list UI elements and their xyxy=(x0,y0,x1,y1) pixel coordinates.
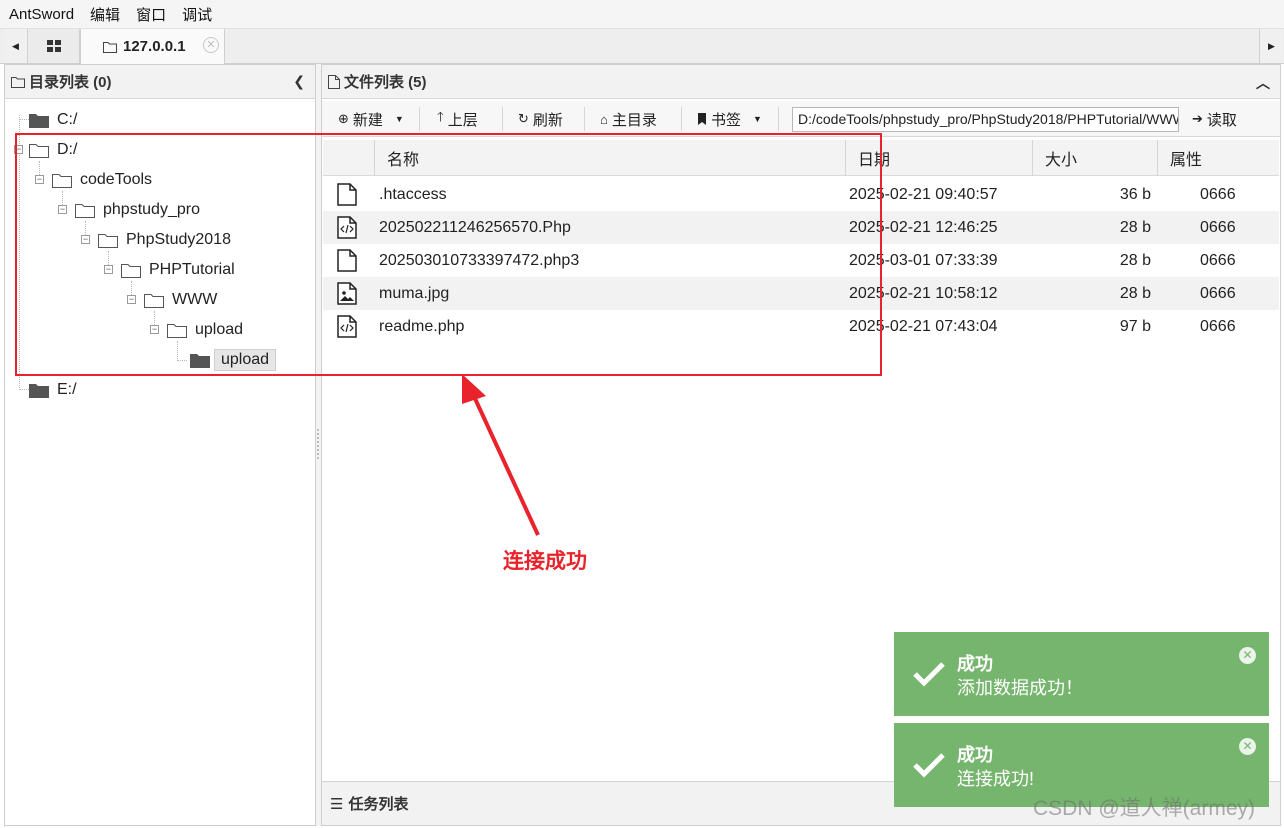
tab-bar: ◀ 127.0.0.1 ✕ ▶ xyxy=(0,29,1284,64)
grid-icon xyxy=(46,40,61,52)
folder-outline-icon xyxy=(11,76,25,88)
file-attr: 0666 xyxy=(1200,284,1236,302)
up-level-button[interactable]: 🡑 上层 xyxy=(437,106,478,132)
refresh-label: 刷新 xyxy=(532,111,563,129)
home-dir-button[interactable]: ⌂ 主目录 xyxy=(600,106,657,132)
checkmark-icon xyxy=(913,662,945,687)
tab-scroll-right-icon[interactable]: ▶ xyxy=(1259,29,1283,63)
path-input[interactable]: D:/codeTools/phpstudy_pro/PhpStudy2018/P… xyxy=(792,107,1179,132)
file-attr: 0666 xyxy=(1200,251,1236,269)
menu-window[interactable]: 窗口 xyxy=(136,4,166,25)
bookmark-button[interactable]: 书签 ▼ xyxy=(697,106,762,132)
watermark: CSDN @道人禅(armey) xyxy=(1033,797,1255,820)
caret-down-icon: ▼ xyxy=(394,114,404,124)
bookmark-label: 书签 xyxy=(711,111,742,129)
file-size: 97 b xyxy=(1119,317,1151,335)
directory-panel-header: 目录列表 (0) ❮ xyxy=(5,65,315,99)
tree-node-label: C:/ xyxy=(57,111,78,128)
arrow-right-icon: ➔ xyxy=(1192,111,1203,126)
tab-scroll-left-icon[interactable]: ◀ xyxy=(4,29,28,63)
file-size: 28 b xyxy=(1119,284,1151,302)
tab-connection-label: 127.0.0.1 xyxy=(123,38,186,55)
read-button[interactable]: ➔ 读取 xyxy=(1192,106,1237,132)
toast-title: 成功 xyxy=(957,745,993,765)
toast-notification: 成功 添加数据成功！ ✕ xyxy=(894,632,1269,716)
folder-icon xyxy=(29,383,49,398)
menu-bar: AntSword 编辑 窗口 调试 xyxy=(0,0,1284,29)
splitter-grip xyxy=(317,429,319,459)
file-size: 28 b xyxy=(1119,218,1151,236)
tree-node-c[interactable]: C:/ xyxy=(29,108,77,132)
toast-message: 连接成功! xyxy=(957,769,1035,789)
file-attr: 0666 xyxy=(1200,218,1236,236)
file-outline-icon xyxy=(328,74,340,89)
file-attr: 0666 xyxy=(1200,185,1236,203)
collapse-left-icon[interactable]: ❮ xyxy=(293,73,305,90)
toast-message: 添加数据成功！ xyxy=(957,678,1083,698)
file-toolbar: ⊕ 新建 ▼ 🡑 上层 ↻ 刷新 ⌂ 主目录 书签 ▼ D:/codeTools… xyxy=(322,101,1280,137)
tab-close-icon[interactable]: ✕ xyxy=(203,37,219,53)
file-size: 36 b xyxy=(1119,185,1151,203)
annotation-highlight-box xyxy=(15,133,882,376)
read-label: 读取 xyxy=(1206,111,1237,129)
annotation-text: 连接成功 xyxy=(503,550,587,573)
file-panel-title: 文件列表 (5) xyxy=(344,74,427,91)
tree-node-label: E:/ xyxy=(57,381,77,398)
file-attr: 0666 xyxy=(1200,317,1236,335)
file-panel-header: 文件列表 (5) ︿ xyxy=(322,65,1280,99)
tree-connector xyxy=(19,389,29,390)
tab-connection[interactable]: 127.0.0.1 ✕ xyxy=(80,29,225,64)
tree-node-e[interactable]: E:/ xyxy=(29,378,77,402)
toast-close-icon[interactable]: ✕ xyxy=(1239,738,1256,755)
caret-down-icon: ▼ xyxy=(753,114,762,124)
menu-edit[interactable]: 编辑 xyxy=(90,4,120,25)
plus-circle-icon: ⊕ xyxy=(338,111,349,126)
collapse-up-icon[interactable]: ︿ xyxy=(1256,73,1270,93)
column-size[interactable]: 大小 xyxy=(1032,140,1157,176)
toast-close-icon[interactable]: ✕ xyxy=(1239,647,1256,664)
tree-connector xyxy=(19,119,29,120)
file-size: 28 b xyxy=(1119,251,1151,269)
directory-panel-title: 目录列表 (0) xyxy=(29,74,112,91)
checkmark-icon xyxy=(913,753,945,778)
menu-antsword[interactable]: AntSword xyxy=(9,6,74,23)
tab-home[interactable] xyxy=(28,29,80,63)
toast-title: 成功 xyxy=(957,654,993,674)
home-dir-label: 主目录 xyxy=(611,111,657,129)
folder-outline-icon xyxy=(103,41,117,53)
arrow-up-icon: 🡑 xyxy=(437,109,444,124)
menu-debug[interactable]: 调试 xyxy=(182,4,212,25)
bookmark-icon xyxy=(698,113,706,125)
home-icon: ⌂ xyxy=(600,111,608,127)
up-level-label: 上层 xyxy=(447,111,478,129)
task-list-label: 任务列表 xyxy=(348,796,409,813)
list-icon: ☰ xyxy=(330,795,344,813)
refresh-icon: ↻ xyxy=(518,111,529,126)
new-button-label: 新建 xyxy=(352,111,383,129)
folder-icon xyxy=(29,113,49,128)
column-attr[interactable]: 属性 xyxy=(1157,140,1279,176)
refresh-button[interactable]: ↻ 刷新 xyxy=(518,106,563,132)
new-button[interactable]: ⊕ 新建 ▼ xyxy=(338,106,404,132)
